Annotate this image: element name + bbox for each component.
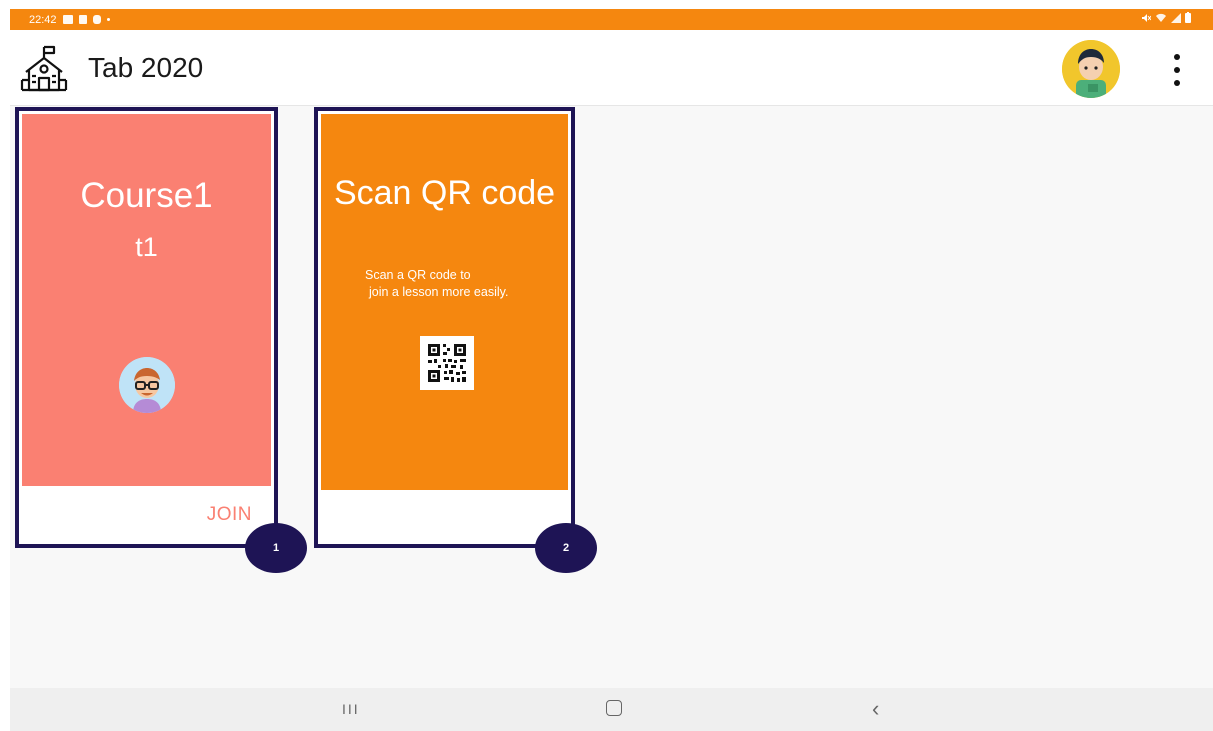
course-card-header: Course1 t1 [22,114,271,486]
app-title: Tab 2020 [88,52,204,83]
course-teacher: t1 [135,232,158,262]
back-icon[interactable]: ‹ [872,696,879,722]
scan-qr-description-line: Scan a QR code to [365,268,471,282]
scan-qr-title: Scan QR code [333,174,556,212]
qr-code-icon [420,336,474,390]
teacher-avatar [119,357,175,413]
user-avatar[interactable] [1062,40,1120,98]
teacher-avatar-icon [119,357,175,413]
scan-qr-description: Scan a QR code to join a lesson more eas… [365,267,508,301]
recent-apps-icon[interactable]: III [342,701,360,717]
school-building-icon [20,45,68,92]
menu-dot [1174,54,1180,60]
gallery-icon [62,15,73,24]
student-avatar-icon [1062,40,1120,98]
battery-icon [1185,12,1191,23]
course-title: Course1 [80,176,213,215]
status-left: 22:42 [10,14,110,26]
system-nav-bar: III ‹ [10,688,1213,731]
scan-qr-card-header: Scan QR code Scan a QR code to join a le… [321,114,568,490]
status-right [1141,12,1191,23]
app-bar: Tab 2020 [10,30,1213,106]
notification-icon [78,15,87,24]
course-card[interactable]: Course1 t1 JOIN [15,107,278,548]
more-notifications-icon [106,18,110,21]
screen: 22:42 Tab 2020 Course1 t1 JOIN 1 Scan QR… [10,9,1213,731]
signal-icon [1171,12,1181,23]
wifi-icon [1156,13,1166,22]
card-badge: 2 [535,523,597,573]
status-bar: 22:42 [10,9,1213,30]
menu-dot [1174,80,1180,86]
home-icon[interactable] [606,700,622,716]
mute-icon [1142,13,1151,22]
bag-icon [92,15,101,24]
menu-dot [1174,67,1180,73]
status-time: 22:42 [29,13,57,26]
card-badge: 1 [245,523,307,573]
scan-qr-card[interactable]: Scan QR code Scan a QR code to join a le… [314,107,575,548]
join-button[interactable]: JOIN [207,504,252,526]
more-vert-icon[interactable] [1167,54,1187,86]
scan-qr-description-line: join a lesson more easily. [369,285,509,299]
